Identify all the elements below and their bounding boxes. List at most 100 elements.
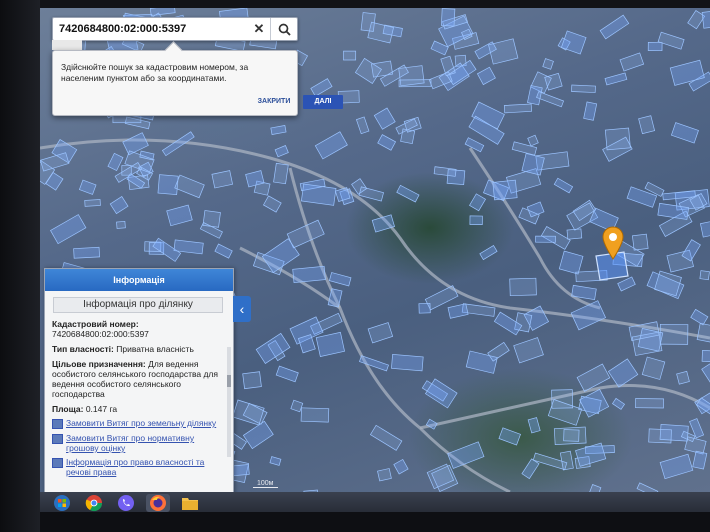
- cadastral-parcel[interactable]: [214, 243, 233, 259]
- cadastral-parcel[interactable]: [638, 115, 656, 135]
- cadastral-parcel[interactable]: [367, 322, 394, 344]
- cadastral-parcel[interactable]: [310, 78, 333, 97]
- cadastral-parcel[interactable]: [469, 193, 486, 212]
- cadastral-parcel[interactable]: [607, 358, 639, 388]
- firefox-icon[interactable]: [146, 494, 170, 512]
- cadastral-parcel[interactable]: [270, 125, 287, 135]
- cadastral-parcel[interactable]: [360, 12, 376, 32]
- cadastral-parcel[interactable]: [619, 52, 645, 72]
- cadastral-parcel[interactable]: [692, 450, 708, 470]
- cadastral-parcel[interactable]: [116, 221, 126, 229]
- cadastral-parcel[interactable]: [447, 441, 485, 469]
- cadastral-parcel[interactable]: [358, 186, 384, 202]
- cadastral-parcel[interactable]: [343, 50, 357, 61]
- cadastral-parcel[interactable]: [635, 398, 664, 409]
- folder-icon[interactable]: [178, 494, 202, 512]
- tooltip-close-button[interactable]: ЗАКРИТИ: [249, 95, 299, 109]
- cadastral-parcel[interactable]: [617, 276, 636, 292]
- cadastral-parcel[interactable]: [547, 399, 583, 426]
- cadastral-parcel[interactable]: [273, 162, 289, 185]
- panel-scrollbar[interactable]: [227, 347, 231, 457]
- cadastral-parcel[interactable]: [579, 388, 610, 418]
- cadastral-parcel[interactable]: [290, 399, 304, 413]
- cadastral-parcel[interactable]: [611, 397, 626, 410]
- cadastral-parcel[interactable]: [654, 270, 682, 297]
- cadastral-parcel[interactable]: [670, 122, 699, 144]
- cadastral-parcel[interactable]: [553, 426, 587, 446]
- cadastral-parcel[interactable]: [699, 270, 710, 281]
- cadastral-parcel[interactable]: [536, 91, 565, 108]
- cadastral-parcel[interactable]: [659, 453, 694, 480]
- cadastral-parcel[interactable]: [211, 170, 233, 189]
- cadastral-parcel[interactable]: [503, 103, 532, 114]
- search-icon[interactable]: [270, 18, 297, 40]
- cadastral-parcel[interactable]: [400, 128, 416, 145]
- cadastral-parcel[interactable]: [476, 66, 496, 86]
- cadastral-parcel[interactable]: [690, 308, 709, 326]
- cadastral-parcel[interactable]: [492, 179, 518, 201]
- cadastral-parcel[interactable]: [513, 337, 544, 364]
- cadastral-parcel[interactable]: [604, 72, 628, 86]
- cadastral-parcel[interactable]: [604, 127, 631, 151]
- cadastral-parcel[interactable]: [676, 370, 690, 385]
- cadastral-parcel[interactable]: [232, 399, 265, 426]
- cadastral-parcel[interactable]: [575, 442, 607, 467]
- cadastral-parcel[interactable]: [393, 458, 409, 475]
- cadastral-parcel[interactable]: [109, 196, 129, 215]
- cadastral-parcel[interactable]: [327, 288, 343, 308]
- cadastral-parcel[interactable]: [636, 482, 659, 492]
- cadastral-parcel[interactable]: [647, 42, 663, 52]
- cadastral-parcel[interactable]: [275, 365, 299, 383]
- cadastral-parcel[interactable]: [521, 458, 540, 480]
- cadastral-parcel[interactable]: [174, 174, 205, 199]
- cadastral-parcel[interactable]: [696, 322, 710, 345]
- cadastral-parcel[interactable]: [498, 427, 521, 446]
- ownership-rights-link[interactable]: Інформація про право власності та речові…: [52, 457, 223, 477]
- cadastral-parcel[interactable]: [447, 303, 469, 319]
- windows-start-icon[interactable]: [50, 494, 74, 512]
- cadastral-parcel[interactable]: [107, 152, 124, 172]
- cadastral-parcel[interactable]: [122, 132, 149, 156]
- cadastral-parcel[interactable]: [583, 101, 598, 121]
- cadastral-parcel[interactable]: [40, 152, 70, 172]
- cadastral-parcel[interactable]: [464, 137, 485, 153]
- chrome-icon[interactable]: [82, 494, 106, 512]
- cadastral-parcel[interactable]: [701, 350, 710, 363]
- cadastral-parcel[interactable]: [242, 371, 262, 390]
- cadastral-parcel[interactable]: [369, 424, 403, 451]
- cadastral-parcel[interactable]: [558, 250, 584, 275]
- cadastral-parcel[interactable]: [269, 456, 282, 466]
- cadastral-parcel[interactable]: [255, 332, 291, 364]
- search-input[interactable]: [53, 19, 248, 39]
- cadastral-parcel[interactable]: [274, 145, 289, 158]
- cadastral-parcel[interactable]: [157, 174, 179, 195]
- collapse-panel-button[interactable]: ‹: [233, 296, 251, 322]
- cadastral-parcel[interactable]: [371, 214, 395, 233]
- cadastral-parcel[interactable]: [328, 272, 352, 287]
- viber-icon[interactable]: [114, 494, 138, 512]
- cadastral-parcel[interactable]: [262, 195, 282, 213]
- order-valuation-link[interactable]: Замовити Витяг про нормативну грошову оц…: [52, 433, 223, 453]
- map-tools-strip[interactable]: [52, 40, 82, 50]
- cadastral-parcel[interactable]: [570, 300, 607, 331]
- cadastral-parcel[interactable]: [641, 356, 666, 380]
- cadastral-parcel[interactable]: [149, 8, 176, 16]
- cadastral-parcel[interactable]: [699, 220, 710, 238]
- cadastral-parcel[interactable]: [300, 407, 330, 423]
- cadastral-parcel[interactable]: [166, 204, 193, 227]
- cadastral-parcel[interactable]: [377, 468, 392, 482]
- cadastral-parcel[interactable]: [315, 331, 345, 357]
- tooltip-next-button[interactable]: ДАЛІ: [303, 95, 343, 109]
- cadastral-parcel[interactable]: [681, 239, 701, 262]
- cadastral-parcel[interactable]: [527, 417, 541, 434]
- cadastral-parcel[interactable]: [440, 8, 456, 27]
- cadastral-parcel[interactable]: [300, 183, 337, 206]
- cadastral-parcel[interactable]: [292, 265, 326, 284]
- cadastral-parcel[interactable]: [571, 84, 596, 93]
- cadastral-parcel[interactable]: [355, 116, 370, 135]
- cadastral-parcel[interactable]: [566, 228, 583, 240]
- cadastral-parcel[interactable]: [202, 210, 221, 228]
- cadastral-parcel[interactable]: [396, 184, 420, 203]
- cadastral-parcel[interactable]: [527, 134, 539, 147]
- order-extract-link[interactable]: Замовити Витяг про земельну ділянку: [52, 418, 223, 429]
